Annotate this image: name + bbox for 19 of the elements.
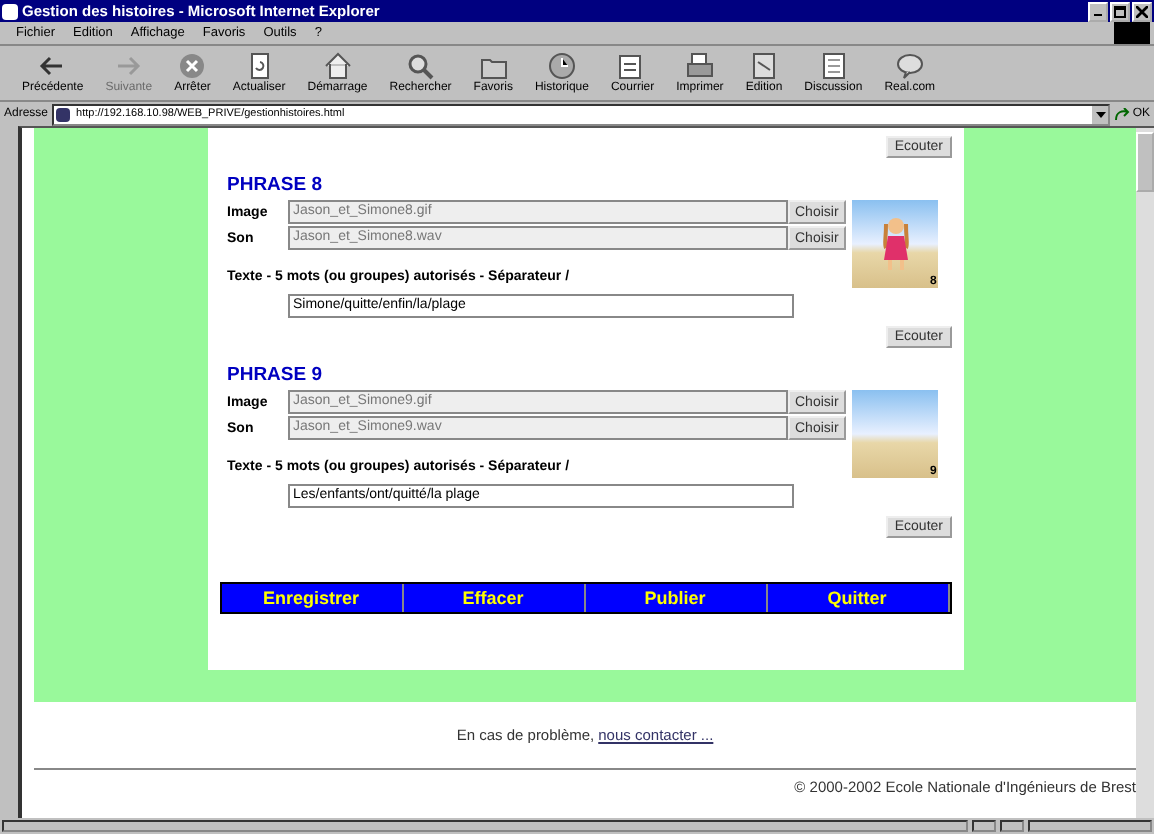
arrow-icon xyxy=(1114,107,1131,121)
phrase-heading: PHRASE 8 xyxy=(227,174,325,196)
caret-icon xyxy=(1095,111,1106,117)
phrase-heading: PHRASE 9 xyxy=(227,364,325,386)
browser-icon xyxy=(2,3,18,19)
doc-icon xyxy=(817,52,850,80)
dropdown-button[interactable] xyxy=(1092,105,1109,123)
minimize-button[interactable] xyxy=(1088,1,1108,21)
home-icon xyxy=(321,52,354,80)
history-icon xyxy=(545,52,578,80)
print-icon xyxy=(683,52,716,80)
maximize-button[interactable] xyxy=(1110,1,1130,21)
search-icon xyxy=(404,52,437,80)
stop-icon xyxy=(176,52,209,80)
chat-icon xyxy=(893,52,926,80)
close-button[interactable] xyxy=(1132,1,1152,21)
page-icon xyxy=(56,107,71,121)
forward-icon xyxy=(112,52,145,80)
edit-icon xyxy=(747,52,780,80)
